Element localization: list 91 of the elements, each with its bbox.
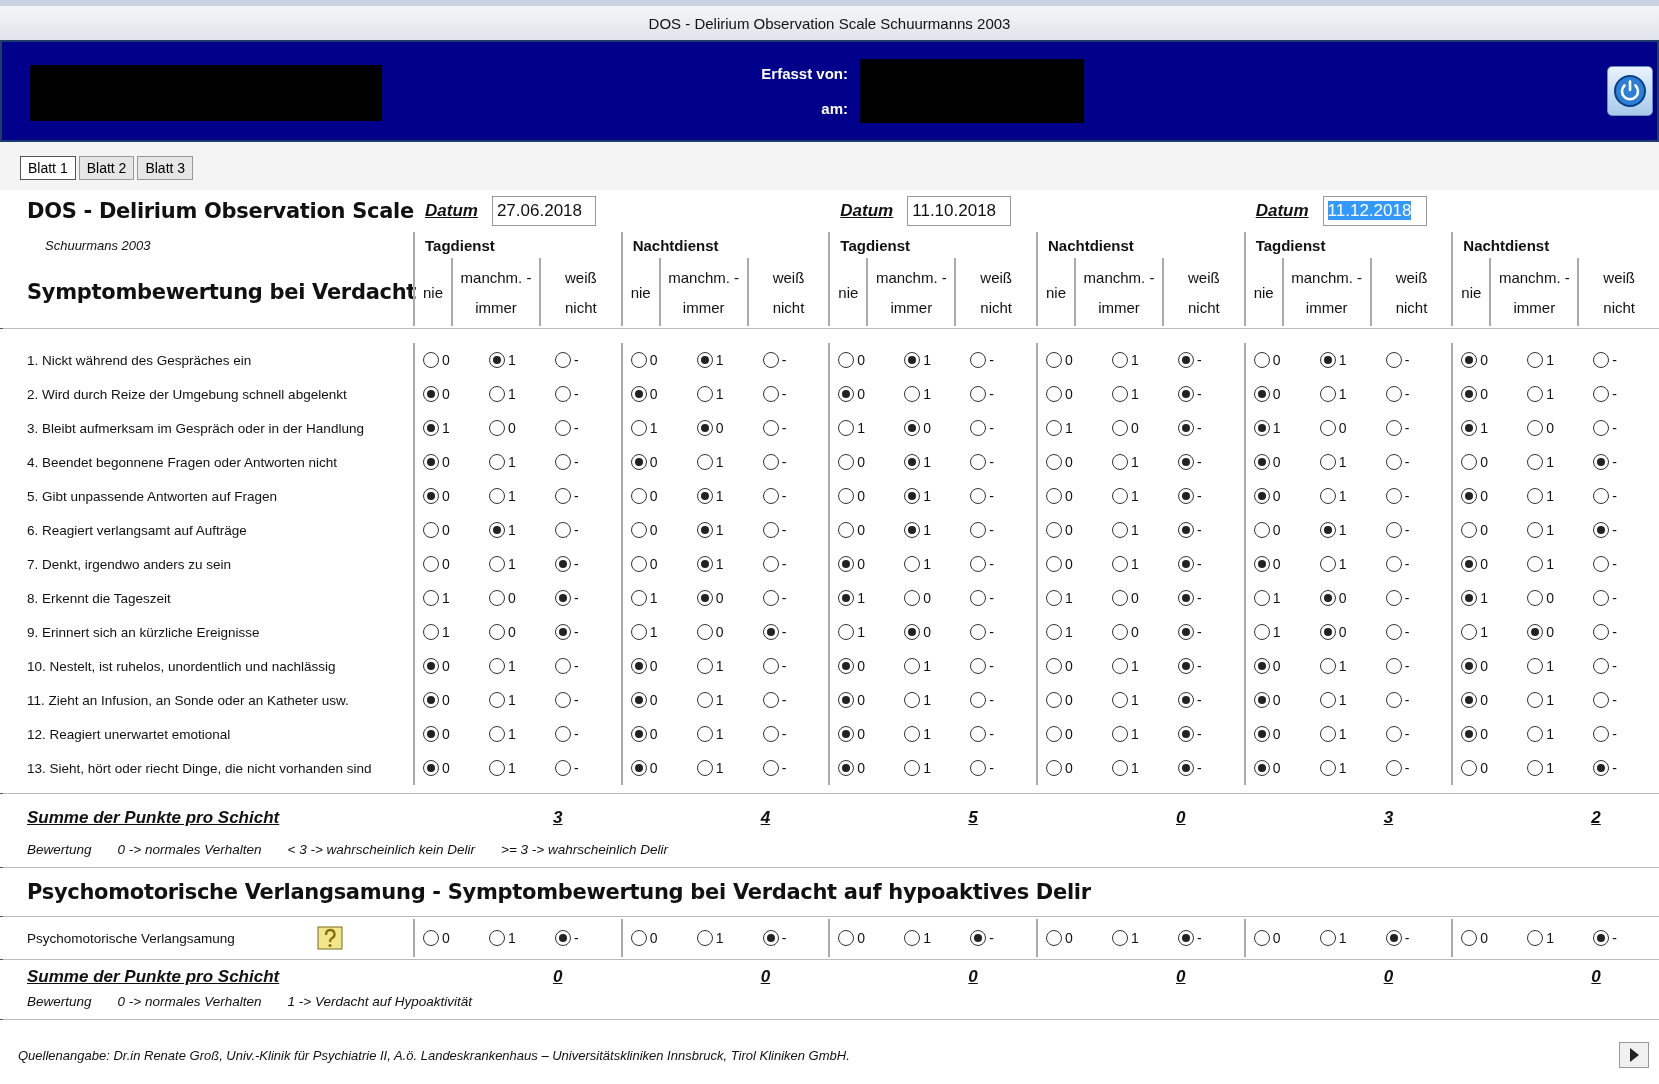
column-header: manchm. - [1291, 268, 1363, 286]
shift-sum: 0 [760, 967, 771, 986]
question-text: 8. Erkennt die Tageszeit [27, 590, 171, 606]
date-label: am: [821, 100, 848, 117]
column-header: nie [423, 283, 443, 301]
column-header: weiß [1603, 268, 1635, 286]
question-text: 9. Erinnert sich an kürzliche Ereignisse [27, 624, 260, 640]
legend-text: >= 3 -> wahrscheinlich Delir [501, 842, 669, 857]
column-header: manchm. - [668, 268, 740, 286]
sheet-tab[interactable]: Blatt 1 [20, 156, 76, 180]
legend-text: 0 -> normales Verhalten [117, 994, 262, 1009]
date-link[interactable]: Datum [840, 201, 894, 221]
shift-sum: 4 [760, 808, 771, 827]
question-text: 2. Wird durch Reize der Umgebung schnell abgelenkt [27, 386, 347, 402]
date-field[interactable]: 11.10.2018 [907, 196, 1012, 226]
shift-name: Nachtdienst [631, 236, 719, 254]
column-header: nicht [1188, 298, 1220, 316]
question-text: 7. Denkt, irgendwo anders zu sein [27, 556, 232, 572]
column-header: manchm. - [1498, 268, 1570, 286]
question-text: 11. Zieht an Infusion, an Sonde oder an Katheter usw. [27, 692, 349, 708]
column-header: weiß [772, 268, 805, 286]
column-header: immer [890, 298, 933, 316]
question-text: Psychomotorische Verlangsamung [27, 930, 235, 946]
section-title: Psychomotorische Verlangsamung - Symptombewertung bei Verdacht auf hypoaktives Delir [27, 880, 1091, 904]
column-header: nie [630, 283, 651, 301]
shift-name: Tagdienst [1254, 236, 1326, 254]
column-header: nie [1253, 283, 1274, 301]
legend-text: 0 -> normales Verhalten [117, 842, 262, 857]
form-subtitle: Schuurmans 2003 [44, 237, 151, 253]
date-link[interactable]: Datum [1255, 201, 1309, 221]
shift-sum: 0 [553, 967, 563, 986]
column-header: weiß [980, 268, 1012, 286]
shift-sum: 0 [1176, 808, 1186, 827]
column-header: weiß [565, 268, 597, 286]
shift-sum: 5 [968, 808, 978, 827]
column-header: immer [1513, 298, 1556, 316]
column-header: immer [1098, 298, 1140, 316]
question-text: 12. Reagiert unerwartet emotional [27, 726, 231, 742]
shift-sum: 0 [968, 967, 978, 986]
date-link[interactable]: Datum [425, 201, 478, 221]
shift-sum: 0 [1176, 967, 1186, 986]
sheet-tab[interactable]: Blatt 3 [137, 156, 194, 180]
question-text: 1. Nickt während des Gespräches ein [27, 352, 252, 368]
legend-text: < 3 -> wahrscheinlich kein Delir [287, 842, 476, 857]
column-header: nicht [565, 298, 597, 316]
question-text: 4. Beendet begonnene Fragen oder Antworten nicht [27, 454, 337, 470]
shift-sum: 0 [1383, 967, 1394, 986]
source-note: Quellenangabe: Dr.in Renate Groß, Univ.-Klinik für Psychiatrie II, A.ö. Landeskrankenhaus – Universitätskliniken Innsbruck, Tirol Kliniken GmbH. [18, 1047, 850, 1063]
sum-label: Summe der Punkte pro Schicht [27, 967, 280, 987]
section-title: Symptombewertung bei Verdacht [27, 280, 417, 304]
form-title: DOS - Delirium Observation Scale [27, 199, 414, 223]
shift-sum: 2 [1591, 808, 1601, 827]
column-header: immer [475, 298, 517, 316]
column-header: manchm. - [875, 268, 947, 286]
column-header: manchm. - [460, 268, 532, 286]
legend-text: 1 -> Verdacht auf Hypoaktivität [287, 994, 472, 1009]
play-icon [1628, 1047, 1640, 1063]
column-header: weiß [1395, 268, 1428, 286]
column-header: nicht [772, 298, 805, 316]
sheet-tab[interactable]: Blatt 2 [78, 156, 135, 180]
column-header: weiß [1188, 268, 1220, 286]
question-text: 5. Gibt unpassende Antworten auf Fragen [27, 488, 277, 504]
power-icon[interactable] [1607, 66, 1653, 116]
sum-label: Summe der Punkte pro Schicht [27, 808, 280, 828]
help-icon[interactable] [317, 926, 343, 950]
shift-sum: 3 [553, 808, 563, 827]
legend-text: Bewertung [27, 994, 92, 1009]
question-text: 6. Reagiert verlangsamt auf Aufträge [27, 522, 247, 538]
recorded-by-label: Erfasst von: [761, 65, 848, 82]
window-title: DOS - Delirium Observation Scale Schuurmanns 2003 [648, 14, 1011, 32]
column-header: nie [1046, 283, 1066, 301]
next-button[interactable] [1619, 1042, 1649, 1068]
column-header: immer [1305, 298, 1348, 316]
shift-sum: 0 [1591, 967, 1601, 986]
column-header: nie [838, 283, 859, 301]
question-text: 10. Nestelt, ist ruhelos, unordentlich und nachlässig [27, 658, 336, 674]
column-header: nicht [980, 298, 1012, 316]
column-header: nicht [1395, 298, 1428, 316]
shift-name: Tagdienst [424, 236, 495, 254]
column-header: manchm. - [1083, 268, 1155, 286]
question-text: 3. Bleibt aufmerksam im Gespräch oder in der Handlung [27, 420, 364, 436]
legend-text: Bewertung [27, 842, 92, 857]
column-header: nie [1461, 283, 1482, 301]
column-header: nicht [1603, 298, 1635, 316]
date-field[interactable]: 27.06.2018 [491, 196, 596, 226]
shift-name: Nachtdienst [1462, 236, 1550, 254]
question-text: 13. Sieht, hört oder riecht Dinge, die nicht vorhanden sind [27, 760, 372, 776]
column-header: immer [682, 298, 725, 316]
shift-name: Tagdienst [839, 236, 911, 254]
shift-sum: 3 [1383, 808, 1394, 827]
shift-name: Nachtdienst [1047, 236, 1134, 254]
